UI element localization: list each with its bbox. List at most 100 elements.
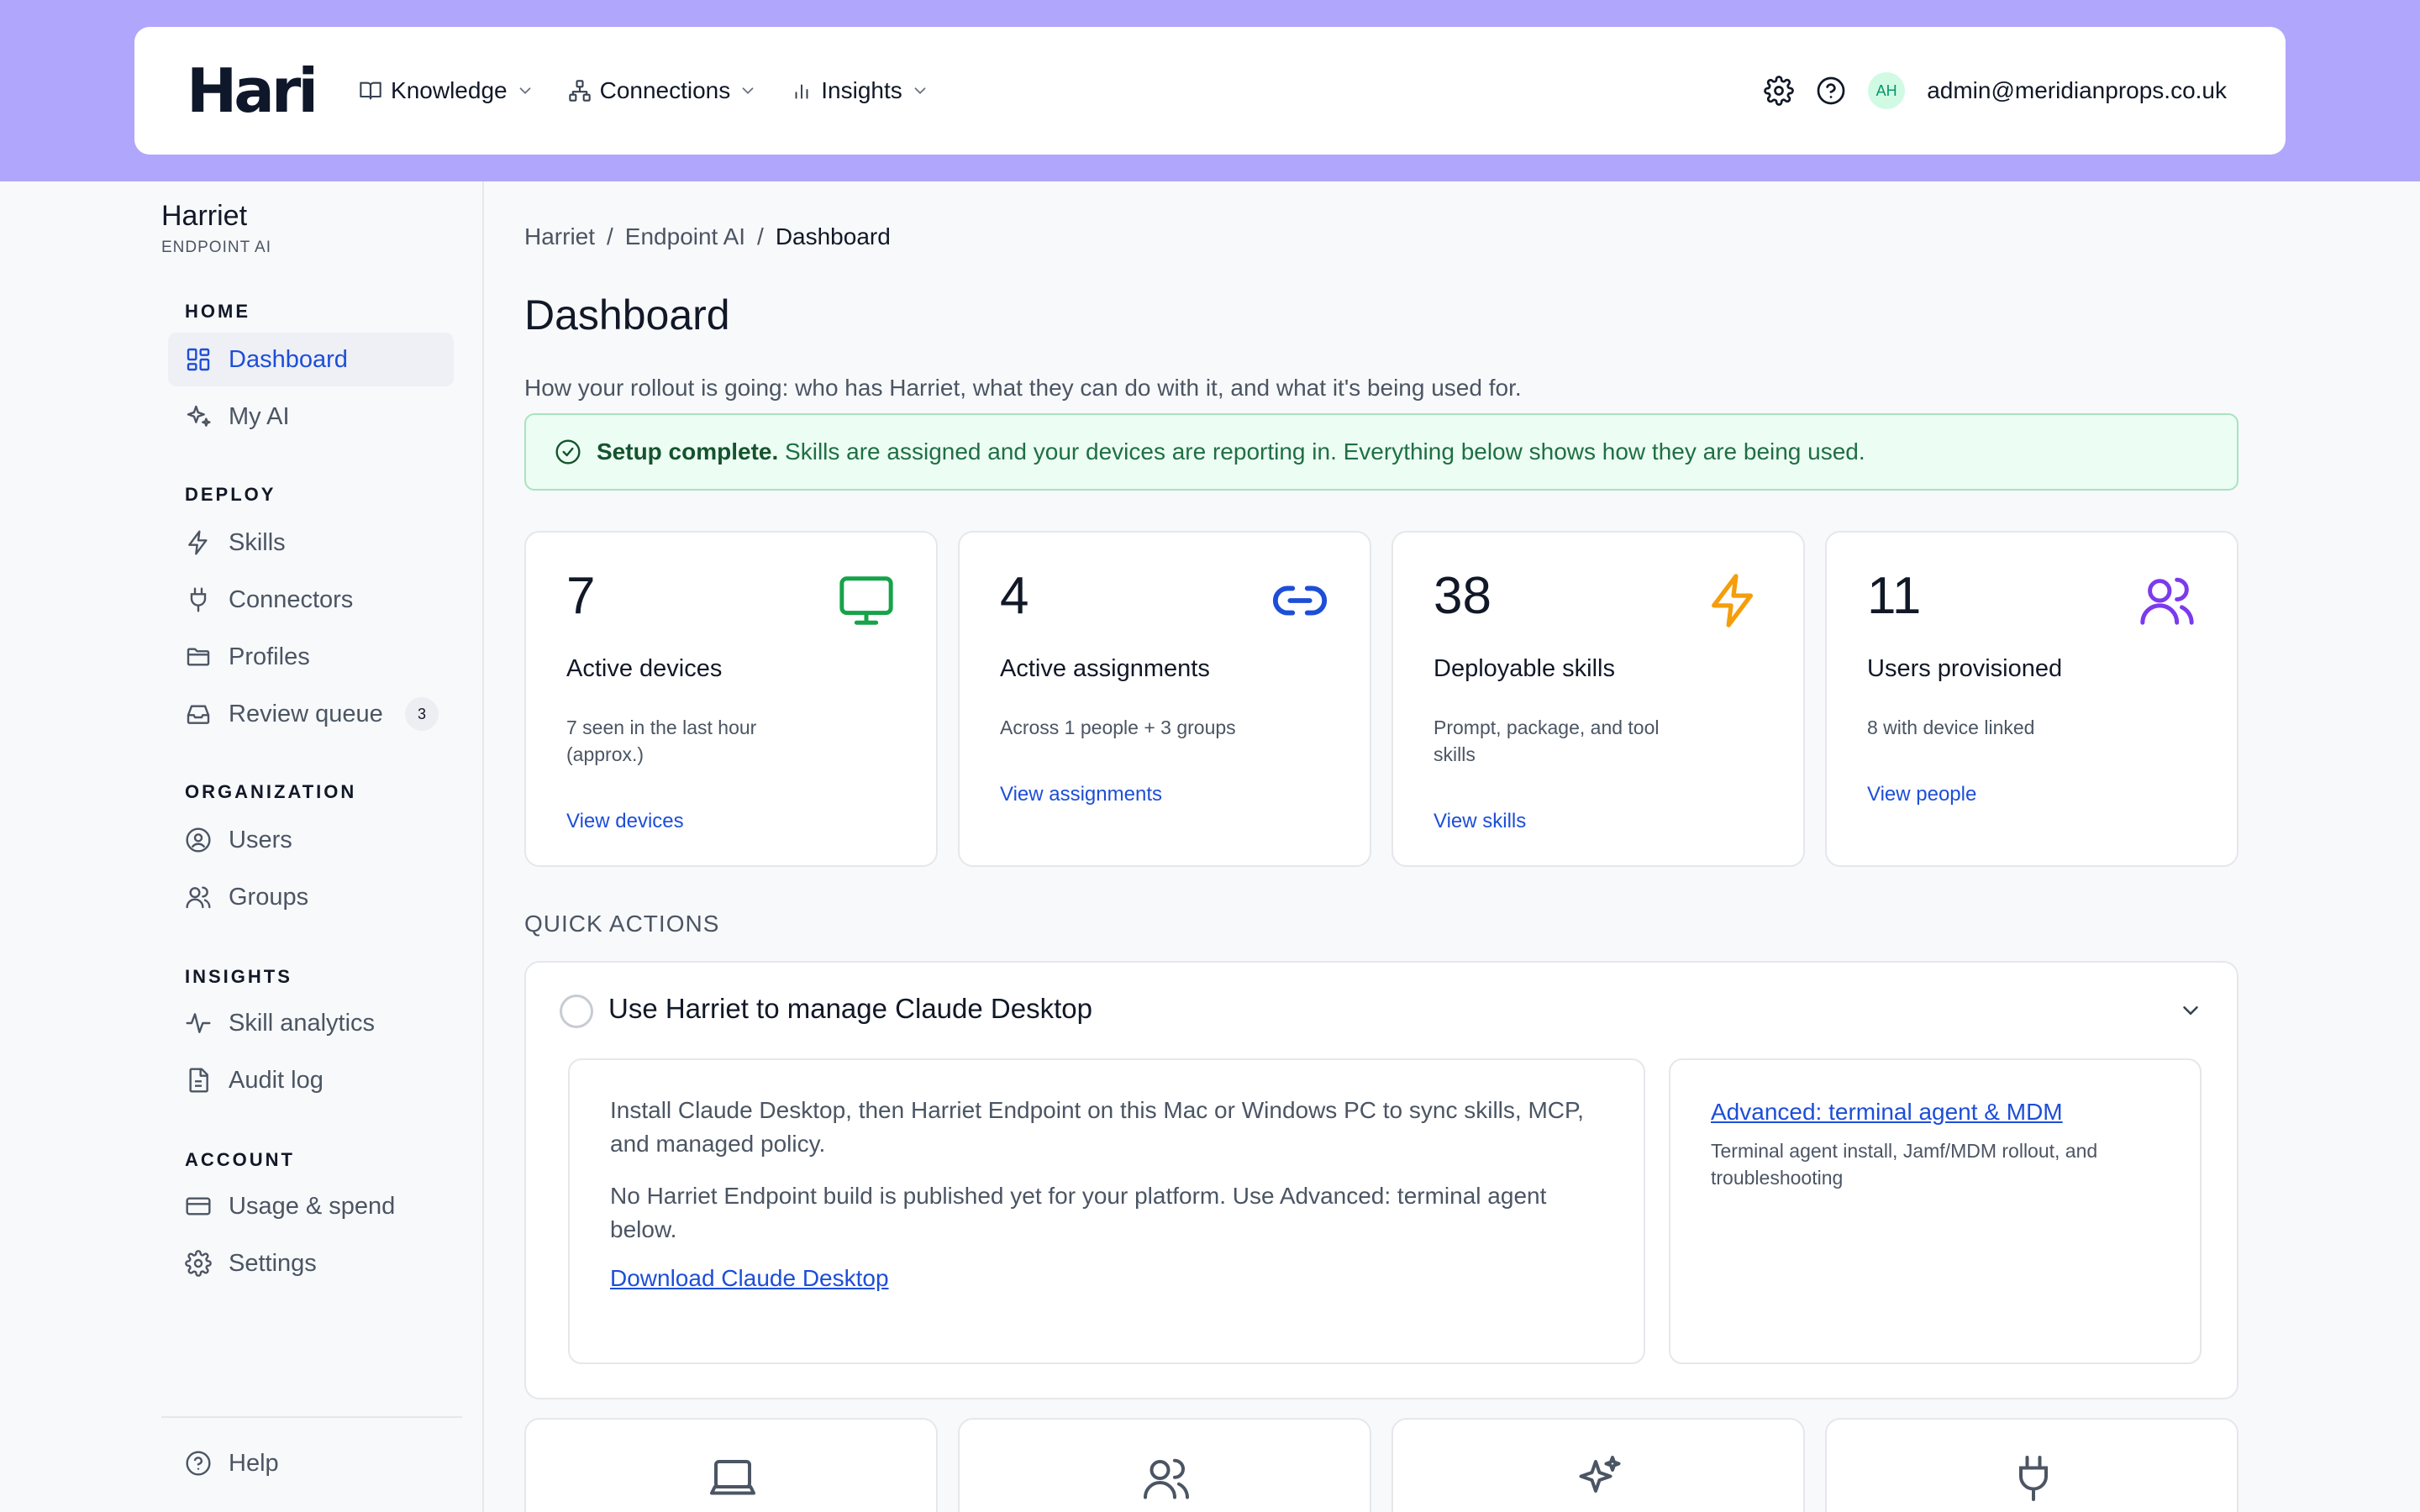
banner-title: Setup complete. xyxy=(597,438,779,465)
platform-notice: No Harriet Endpoint build is published y… xyxy=(610,1183,1547,1242)
avatar[interactable]: AH xyxy=(1868,72,1906,109)
sidebar-item-label: Review queue xyxy=(229,700,383,727)
stat-label: Users provisioned xyxy=(1867,655,2063,682)
sidebar-item-connectors[interactable]: Connectors xyxy=(168,573,454,627)
stat-value: 11 xyxy=(1867,567,1922,625)
stat-label: Active assignments xyxy=(1000,655,1210,682)
stat-card-users: 11 Users provisioned 8 with device linke… xyxy=(1825,531,2238,867)
stat-value: 38 xyxy=(1434,567,1491,625)
sidebar: Harriet ENDPOINT AI HOME Dashboard My AI… xyxy=(0,181,484,1512)
stat-subtext: Prompt, package, and tool skills xyxy=(1434,717,1660,765)
sidebar-item-skills[interactable]: Skills xyxy=(168,516,454,570)
user-email[interactable]: admin@meridianprops.co.uk xyxy=(1927,77,2227,104)
sidebar-item-audit-log[interactable]: Audit log xyxy=(168,1053,454,1107)
action-card-ai[interactable] xyxy=(1392,1418,1805,1512)
sparkles-icon xyxy=(1579,1456,1621,1493)
view-skills-link[interactable]: View skills xyxy=(1434,810,1526,833)
action-card-devices[interactable] xyxy=(524,1418,938,1512)
chevron-down-icon[interactable] xyxy=(2178,998,2203,1023)
breadcrumb-item[interactable]: Harriet xyxy=(524,223,595,250)
nav-connections[interactable]: Connections xyxy=(568,77,758,104)
laptop-icon xyxy=(710,1460,755,1495)
gear-icon[interactable] xyxy=(1764,76,1794,106)
stat-card-devices: 7 Active devices 7 seen in the last hour… xyxy=(524,531,938,867)
org-subtitle: ENDPOINT AI xyxy=(161,239,272,256)
sparkles-icon xyxy=(185,403,212,430)
action-card-users[interactable] xyxy=(958,1418,1371,1512)
sidebar-item-review-queue[interactable]: Review queue 3 xyxy=(168,687,454,741)
page-title: Dashboard xyxy=(524,291,730,339)
quick-action-card: Use Harriet to manage Claude Desktop Ins… xyxy=(524,961,2238,1399)
quick-actions-heading: QUICK ACTIONS xyxy=(524,911,720,937)
nav-knowledge-label: Knowledge xyxy=(391,77,508,103)
breadcrumb-item[interactable]: Endpoint AI xyxy=(625,223,745,250)
sidebar-item-label: Users xyxy=(229,826,292,853)
section-account: ACCOUNT xyxy=(185,1149,295,1170)
sidebar-item-skill-analytics[interactable]: Skill analytics xyxy=(168,996,454,1050)
quick-action-title[interactable]: Use Harriet to manage Claude Desktop xyxy=(608,993,1092,1025)
setup-complete-banner: Setup complete. Skills are assigned and … xyxy=(524,413,2238,491)
sidebar-item-label: Profiles xyxy=(229,643,310,670)
sidebar-item-my-ai[interactable]: My AI xyxy=(168,390,454,444)
inbox-icon xyxy=(185,701,212,727)
breadcrumb: Harriet / Endpoint AI / Dashboard xyxy=(524,223,891,250)
breadcrumb-separator: / xyxy=(757,223,764,249)
gear-icon xyxy=(185,1250,212,1277)
sidebar-item-label: Dashboard xyxy=(229,345,348,373)
chevron-down-icon xyxy=(739,81,757,100)
help-circle-icon[interactable] xyxy=(1816,76,1846,106)
breadcrumb-current: Dashboard xyxy=(775,223,891,249)
sidebar-item-label: Connectors xyxy=(229,585,354,613)
sidebar-item-groups[interactable]: Groups xyxy=(168,870,454,924)
app-logo[interactable]: Hari xyxy=(187,55,318,126)
sidebar-divider xyxy=(161,1416,462,1418)
folder-icon xyxy=(185,643,212,670)
org-name: Harriet xyxy=(161,200,248,232)
sidebar-item-label: Settings xyxy=(229,1249,317,1277)
section-insights: INSIGHTS xyxy=(185,966,292,987)
credit-card-icon xyxy=(185,1193,212,1220)
stat-subtext: 7 seen in the last hour (approx.) xyxy=(566,717,757,765)
sidebar-item-label: Audit log xyxy=(229,1066,324,1094)
advanced-description: Terminal agent install, Jamf/MDM rollout… xyxy=(1711,1140,2098,1189)
advanced-terminal-agent-link[interactable]: Advanced: terminal agent & MDM xyxy=(1711,1099,2063,1125)
nav-insights[interactable]: Insights xyxy=(791,77,929,104)
nav-knowledge[interactable]: Knowledge xyxy=(359,77,534,104)
network-icon xyxy=(568,79,592,102)
plug-icon xyxy=(2019,1456,2048,1501)
action-card-connectors[interactable] xyxy=(1825,1418,2238,1512)
lightning-icon xyxy=(185,529,212,556)
nav-insights-label: Insights xyxy=(821,77,902,103)
chevron-down-icon xyxy=(516,81,534,100)
stat-subtext: 8 with device linked xyxy=(1867,717,2035,738)
view-assignments-link[interactable]: View assignments xyxy=(1000,783,1162,806)
advanced-panel: Advanced: terminal agent & MDM Terminal … xyxy=(1669,1058,2202,1364)
activity-icon xyxy=(185,1010,212,1037)
sidebar-item-usage-spend[interactable]: Usage & spend xyxy=(168,1179,454,1233)
book-icon xyxy=(359,79,382,102)
completion-radio[interactable] xyxy=(560,995,593,1028)
nav-connections-label: Connections xyxy=(599,77,731,103)
bar-chart-icon xyxy=(791,80,813,102)
plug-icon xyxy=(185,586,212,613)
document-icon xyxy=(185,1067,212,1094)
install-instructions: Install Claude Desktop, then Harriet End… xyxy=(610,1097,1584,1157)
view-people-link[interactable]: View people xyxy=(1867,783,1976,806)
banner-text: Skills are assigned and your devices are… xyxy=(785,438,1865,465)
sidebar-item-settings[interactable]: Settings xyxy=(168,1236,454,1290)
sidebar-item-dashboard[interactable]: Dashboard xyxy=(168,333,454,386)
download-claude-desktop-link[interactable]: Download Claude Desktop xyxy=(610,1265,889,1291)
section-home: HOME xyxy=(185,301,250,322)
app-header: Hari Knowledge Connections Insights AH a… xyxy=(134,27,2286,155)
stat-card-assignments: 4 Active assignments Across 1 people + 3… xyxy=(958,531,1371,867)
sidebar-item-help[interactable]: Help xyxy=(168,1436,454,1490)
sidebar-item-label: Skills xyxy=(229,528,286,556)
sidebar-item-users[interactable]: Users xyxy=(168,813,454,867)
view-devices-link[interactable]: View devices xyxy=(566,810,684,833)
install-panel: Install Claude Desktop, then Harriet End… xyxy=(568,1058,1645,1364)
section-deploy: DEPLOY xyxy=(185,484,276,505)
sidebar-item-label: My AI xyxy=(229,402,290,430)
users-icon xyxy=(2138,571,2196,630)
header-actions: AH admin@meridianprops.co.uk xyxy=(1764,72,2227,109)
sidebar-item-profiles[interactable]: Profiles xyxy=(168,630,454,684)
